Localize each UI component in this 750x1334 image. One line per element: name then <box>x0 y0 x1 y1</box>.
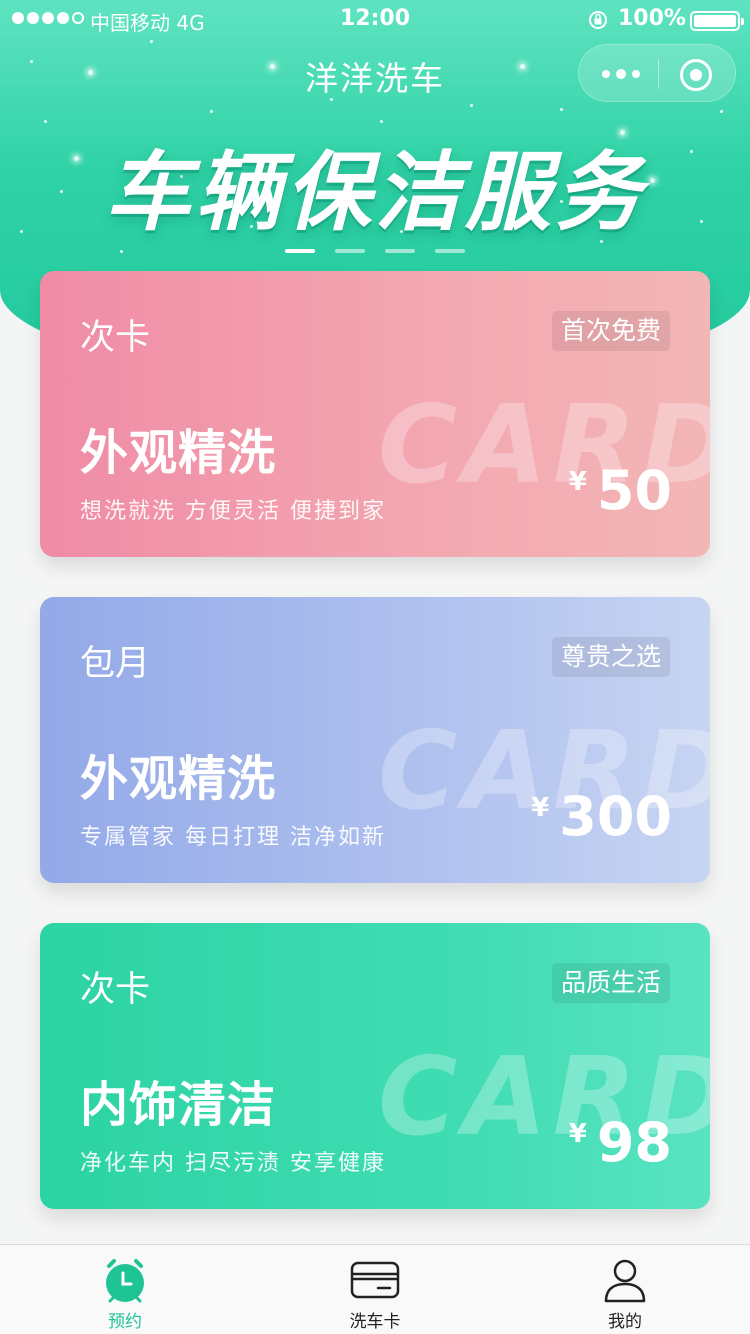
tab-wash-card[interactable]: 洗车卡 <box>250 1245 500 1334</box>
mini-program-capsule <box>578 44 736 102</box>
card-type: 次卡 <box>80 318 151 358</box>
carousel-indicators <box>0 249 750 253</box>
card-type: 包月 <box>80 644 151 684</box>
service-card[interactable]: 次卡 品质生活 CARD 内饰清洁 净化车内 扫尽污渍 安享健康 ¥ 98 <box>40 923 710 1209</box>
price-value: 50 <box>596 459 672 522</box>
rotation-lock-icon <box>589 11 607 29</box>
tab-label: 洗车卡 <box>349 1312 401 1332</box>
carousel-dot[interactable] <box>435 249 465 253</box>
card-service-name: 外观精洗 <box>80 425 277 481</box>
battery-percent: 100% <box>618 6 686 31</box>
card-slogan: 专属管家 每日打理 洁净如新 <box>80 825 386 850</box>
tab-label: 预约 <box>108 1312 142 1332</box>
card-slogan: 净化车内 扫尽污渍 安享健康 <box>80 1151 386 1176</box>
card-price: ¥ 50 <box>569 461 672 521</box>
price-value: 98 <box>596 1111 672 1174</box>
carousel-dot[interactable] <box>335 249 365 253</box>
tab-booking[interactable]: 预约 <box>0 1245 250 1334</box>
price-value: 300 <box>559 785 672 848</box>
alarm-clock-icon <box>106 1259 144 1303</box>
service-card[interactable]: 包月 尊贵之选 CARD 外观精洗 专属管家 每日打理 洁净如新 ¥ 300 <box>40 597 710 883</box>
card-service-name: 外观精洗 <box>80 751 277 807</box>
card-price: ¥ 98 <box>569 1113 672 1173</box>
carousel-dot[interactable] <box>385 249 415 253</box>
banner-title[interactable]: 车辆保洁服务 <box>0 122 750 247</box>
card-type: 次卡 <box>80 970 151 1010</box>
tab-label: 我的 <box>608 1312 642 1332</box>
service-card[interactable]: 次卡 首次免费 CARD 外观精洗 想洗就洗 方便灵活 便捷到家 ¥ 50 <box>40 271 710 557</box>
card-badge: 首次免费 <box>551 311 670 351</box>
card-slogan: 想洗就洗 方便灵活 便捷到家 <box>80 499 386 524</box>
card-icon <box>350 1261 400 1299</box>
card-price: ¥ 300 <box>531 787 672 847</box>
status-bar: 中国移动 4G 12:00 100% <box>0 0 750 40</box>
capsule-divider <box>658 59 659 89</box>
currency-symbol: ¥ <box>531 793 550 823</box>
tab-bar: 预约 洗车卡 我的 <box>0 1244 750 1334</box>
close-target-icon[interactable] <box>680 59 712 91</box>
user-icon <box>604 1259 646 1303</box>
currency-symbol: ¥ <box>568 467 587 497</box>
card-badge: 尊贵之选 <box>551 637 670 677</box>
more-icon[interactable] <box>601 60 641 88</box>
carousel-dot[interactable] <box>285 249 315 253</box>
battery-icon <box>690 11 744 31</box>
card-badge: 品质生活 <box>551 963 670 1003</box>
currency-symbol: ¥ <box>568 1119 587 1149</box>
card-service-name: 内饰清洁 <box>80 1077 277 1133</box>
tab-mine[interactable]: 我的 <box>500 1245 750 1334</box>
